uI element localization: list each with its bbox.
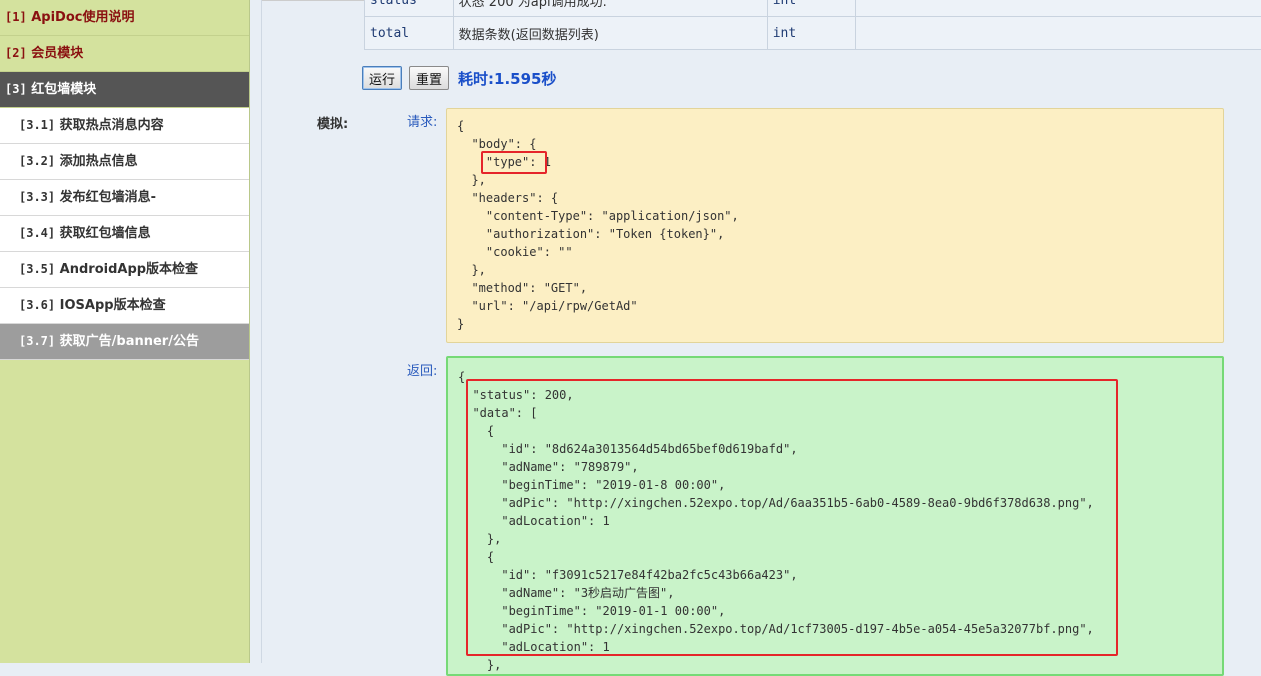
request-code: { "body": { "type": 1 }, "headers": { "c… — [457, 117, 1213, 333]
sidebar-item-label: 添加热点信息 — [60, 154, 138, 169]
response-label: 返回: — [407, 360, 437, 379]
sidebar-item-number: [1] — [5, 10, 27, 24]
sidebar-item-number: [3.5] — [19, 262, 55, 276]
sidebar-subitem-publish-redpacket[interactable]: [3.3] 发布红包墙消息- — [0, 180, 249, 216]
data-highlight-box — [466, 379, 1118, 656]
sidebar-subitem-get-redpacket[interactable]: [3.4] 获取红包墙信息 — [0, 216, 249, 252]
param-type: int — [767, 17, 855, 50]
action-bar: 运行 重置 耗时:1.595秒 — [362, 65, 556, 91]
sidebar-item-number: [3] — [5, 82, 27, 96]
sidebar-item-label: ApiDoc使用说明 — [31, 10, 134, 25]
sidebar-item-number: [3.6] — [19, 298, 55, 312]
param-desc: 数据条数(返回数据列表) — [453, 17, 767, 50]
sidebar-item-number: [3.4] — [19, 226, 55, 240]
sidebar-subitem-hot-messages[interactable]: [3.1] 获取热点消息内容 — [0, 108, 249, 144]
sidebar-item-number: [2] — [5, 46, 27, 60]
table-row: status 状态 200 为api调用成功. int — [365, 0, 1261, 17]
main-panel: status 状态 200 为api调用成功. int total 数据条数(返… — [261, 0, 1261, 663]
sidebar-item-number: [3.2] — [19, 154, 55, 168]
param-extra — [856, 0, 1261, 17]
sidebar-item-label: 获取红包墙信息 — [60, 226, 151, 241]
sidebar-item-label: 红包墙模块 — [31, 82, 96, 97]
sidebar-subitem-get-ad[interactable]: [3.7] 获取广告/banner/公告 — [0, 324, 249, 360]
sidebar-item-number: [3.7] — [19, 334, 55, 348]
sidebar-item-number: [3.1] — [19, 118, 55, 132]
param-name: status — [365, 0, 454, 17]
request-label: 请求: — [407, 111, 437, 130]
param-extra — [856, 17, 1261, 50]
param-desc: 状态 200 为api调用成功. — [453, 0, 767, 17]
sidebar-item-apidoc[interactable]: [1] ApiDoc使用说明 — [0, 0, 249, 36]
sidebar-subitem-ios-version[interactable]: [3.6] IOSApp版本检查 — [0, 288, 249, 324]
sidebar-subitem-android-version[interactable]: [3.5] AndroidApp版本检查 — [0, 252, 249, 288]
run-button[interactable]: 运行 — [362, 66, 402, 90]
sidebar-item-label: 获取广告/banner/公告 — [60, 334, 199, 349]
param-type: int — [767, 0, 855, 17]
mock-label: 模拟: — [317, 113, 348, 132]
sidebar-subitem-add-hot[interactable]: [3.2] 添加热点信息 — [0, 144, 249, 180]
request-code-panel: { "body": { "type": 1 }, "headers": { "c… — [446, 108, 1224, 343]
sidebar-item-member[interactable]: [2] 会员模块 — [0, 36, 249, 72]
table-row: total 数据条数(返回数据列表) int — [365, 17, 1261, 50]
sidebar-item-number: [3.3] — [19, 190, 55, 204]
sidebar: [1] ApiDoc使用说明 [2] 会员模块 [3] 红包墙模块 [3.1] … — [0, 0, 250, 663]
param-name: total — [365, 17, 454, 50]
sidebar-item-label: AndroidApp版本检查 — [60, 262, 198, 277]
sidebar-item-label: IOSApp版本检查 — [60, 298, 166, 313]
gutter — [250, 0, 261, 663]
sidebar-item-label: 发布红包墙消息- — [60, 190, 156, 205]
sidebar-item-label: 获取热点消息内容 — [60, 118, 164, 133]
reset-button[interactable]: 重置 — [409, 66, 449, 90]
sidebar-item-label: 会员模块 — [31, 46, 83, 61]
sidebar-item-redpacket[interactable]: [3] 红包墙模块 — [0, 72, 249, 108]
type-highlight-box — [481, 151, 547, 174]
response-params-table: status 状态 200 为api调用成功. int total 数据条数(返… — [364, 0, 1261, 50]
elapsed-time: 耗时:1.595秒 — [458, 68, 556, 89]
